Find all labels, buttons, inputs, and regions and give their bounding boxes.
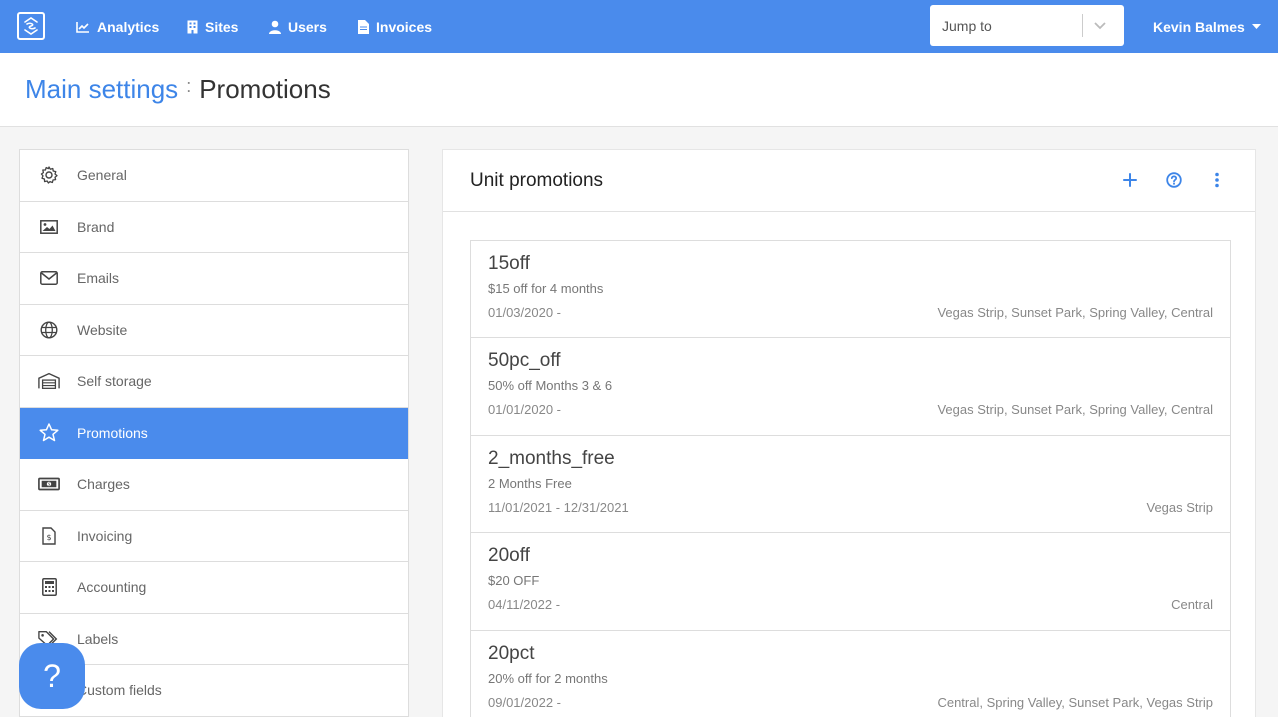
breadcrumb-main-settings[interactable]: Main settings [25, 74, 178, 105]
promo-description: 2 Months Free [488, 475, 572, 491]
promo-name: 20pct [488, 642, 535, 664]
promo-sites: Vegas Strip [1146, 499, 1214, 515]
user-menu[interactable]: Kevin Balmes [1153, 0, 1261, 53]
jump-to-select[interactable] [930, 5, 1124, 46]
app-logo[interactable] [17, 12, 45, 40]
user-name: Kevin Balmes [1153, 18, 1245, 35]
unit-promotions-card: Unit promotions 15off $15 off for 4 mont… [442, 149, 1256, 717]
promo-sites: Central [1171, 597, 1213, 613]
image-icon [38, 216, 60, 238]
jump-to-separator [1082, 14, 1083, 37]
promo-description: 20% off for 2 months [488, 670, 608, 686]
promo-dates: 04/11/2022 - [488, 597, 561, 613]
promo-sites: Vegas Strip, Sunset Park, Spring Valley,… [937, 402, 1213, 418]
promo-sites: Vegas Strip, Sunset Park, Spring Valley,… [937, 305, 1213, 320]
sidebar-item-brand[interactable]: Brand [20, 202, 408, 253]
promo-dates: 01/03/2020 - [488, 305, 562, 320]
sidebar-item-label: Emails [77, 270, 120, 287]
user-icon [269, 20, 281, 34]
sidebar-item-label: Invoicing [77, 527, 133, 544]
sidebar-item-charges[interactable]: $ Charges [20, 459, 408, 511]
promo-dates: 01/01/2020 - [488, 402, 562, 418]
breadcrumb-separator: : [186, 76, 192, 96]
promo-name: 15off [488, 253, 530, 274]
sidebar-item-self-storage[interactable]: Self storage [20, 356, 408, 408]
promotions-list: 15off $15 off for 4 months 01/03/2020 - … [470, 240, 1231, 717]
money-icon: $ [38, 473, 60, 495]
nav-invoices-label: Invoices [376, 18, 433, 35]
list-item[interactable]: 50pc_off 50% off Months 3 & 6 01/01/2020… [471, 338, 1230, 436]
top-navbar: Analytics Sites Users Invoices Kevin Bal… [0, 0, 1278, 53]
caret-down-icon [1251, 23, 1261, 29]
svg-text:$: $ [48, 482, 51, 487]
calculator-icon [38, 576, 60, 598]
sidebar-item-label: Brand [77, 218, 115, 235]
promo-description: 50% off Months 3 & 6 [488, 378, 613, 394]
card-header: Unit promotions [443, 150, 1255, 212]
sidebar-item-general[interactable]: General [20, 150, 408, 202]
nav-invoices[interactable]: Invoices [358, 0, 432, 53]
card-title: Unit promotions [470, 170, 604, 191]
nav-analytics[interactable]: Analytics [76, 0, 159, 53]
settings-sidebar: General Brand Emails Website Self storag… [19, 149, 409, 717]
page-header: Main settings : Promotions [0, 53, 1278, 127]
sidebar-item-promotions[interactable]: Promotions [20, 407, 408, 459]
nav-analytics-label: Analytics [97, 18, 160, 35]
invoice-icon: $ [38, 525, 60, 547]
list-item[interactable]: 15off $15 off for 4 months 01/03/2020 - … [471, 241, 1230, 339]
nav-sites-label: Sites [205, 18, 239, 35]
list-item[interactable]: 2_months_free 2 Months Free 11/01/2021 -… [471, 436, 1230, 534]
list-item[interactable]: 20pct 20% off for 2 months 09/01/2022 - … [471, 631, 1230, 717]
add-icon[interactable] [1123, 170, 1137, 190]
page-title: Promotions [199, 74, 331, 104]
breadcrumb: Main settings : Promotions [25, 74, 331, 105]
promo-dates: 09/01/2022 - [488, 694, 562, 710]
nav-users[interactable]: Users [269, 0, 327, 53]
logo-icon [24, 17, 38, 35]
sidebar-item-label: Self storage [77, 373, 152, 390]
file-icon [358, 19, 369, 34]
star-icon [38, 422, 60, 444]
sidebar-item-label: Website [77, 321, 128, 338]
svg-text:$: $ [46, 533, 51, 542]
gear-icon [38, 164, 60, 186]
sidebar-item-label: Charges [77, 476, 130, 493]
help-circle-icon[interactable] [1166, 170, 1182, 190]
nav-users-label: Users [288, 18, 327, 35]
promo-dates: 11/01/2021 - 12/31/2021 [488, 499, 629, 515]
sidebar-item-accounting[interactable]: Accounting [20, 562, 408, 614]
promo-name: 20off [488, 545, 530, 567]
sidebar-item-emails[interactable]: Emails [20, 253, 408, 305]
promo-description: $15 off for 4 months [488, 281, 604, 296]
promo-name: 2_months_free [488, 447, 615, 469]
jump-to-input[interactable] [930, 5, 1082, 46]
promo-sites: Central, Spring Valley, Sunset Park, Veg… [937, 694, 1213, 710]
warehouse-icon [38, 370, 60, 392]
help-chat-button[interactable]: ? [19, 643, 85, 709]
chart-icon [76, 21, 89, 33]
more-vertical-icon[interactable] [1213, 170, 1221, 190]
promo-name: 50pc_off [488, 350, 561, 372]
sidebar-item-label: Labels [77, 630, 119, 647]
globe-icon [38, 319, 60, 341]
sidebar-item-label: General [77, 167, 127, 184]
list-item[interactable]: 20off $20 OFF 04/11/2022 - Central [471, 533, 1230, 631]
envelope-icon [38, 267, 60, 289]
sidebar-item-invoicing[interactable]: $ Invoicing [20, 511, 408, 562]
sidebar-item-label: Promotions [77, 424, 148, 441]
chevron-down-icon[interactable] [1092, 17, 1108, 33]
sidebar-item-website[interactable]: Website [20, 305, 408, 356]
promo-description: $20 OFF [488, 573, 540, 589]
building-icon [187, 20, 198, 33]
question-mark-icon: ? [43, 657, 61, 694]
sidebar-item-label: Custom fields [77, 682, 162, 699]
nav-sites[interactable]: Sites [187, 0, 238, 53]
sidebar-item-label: Accounting [77, 579, 147, 596]
